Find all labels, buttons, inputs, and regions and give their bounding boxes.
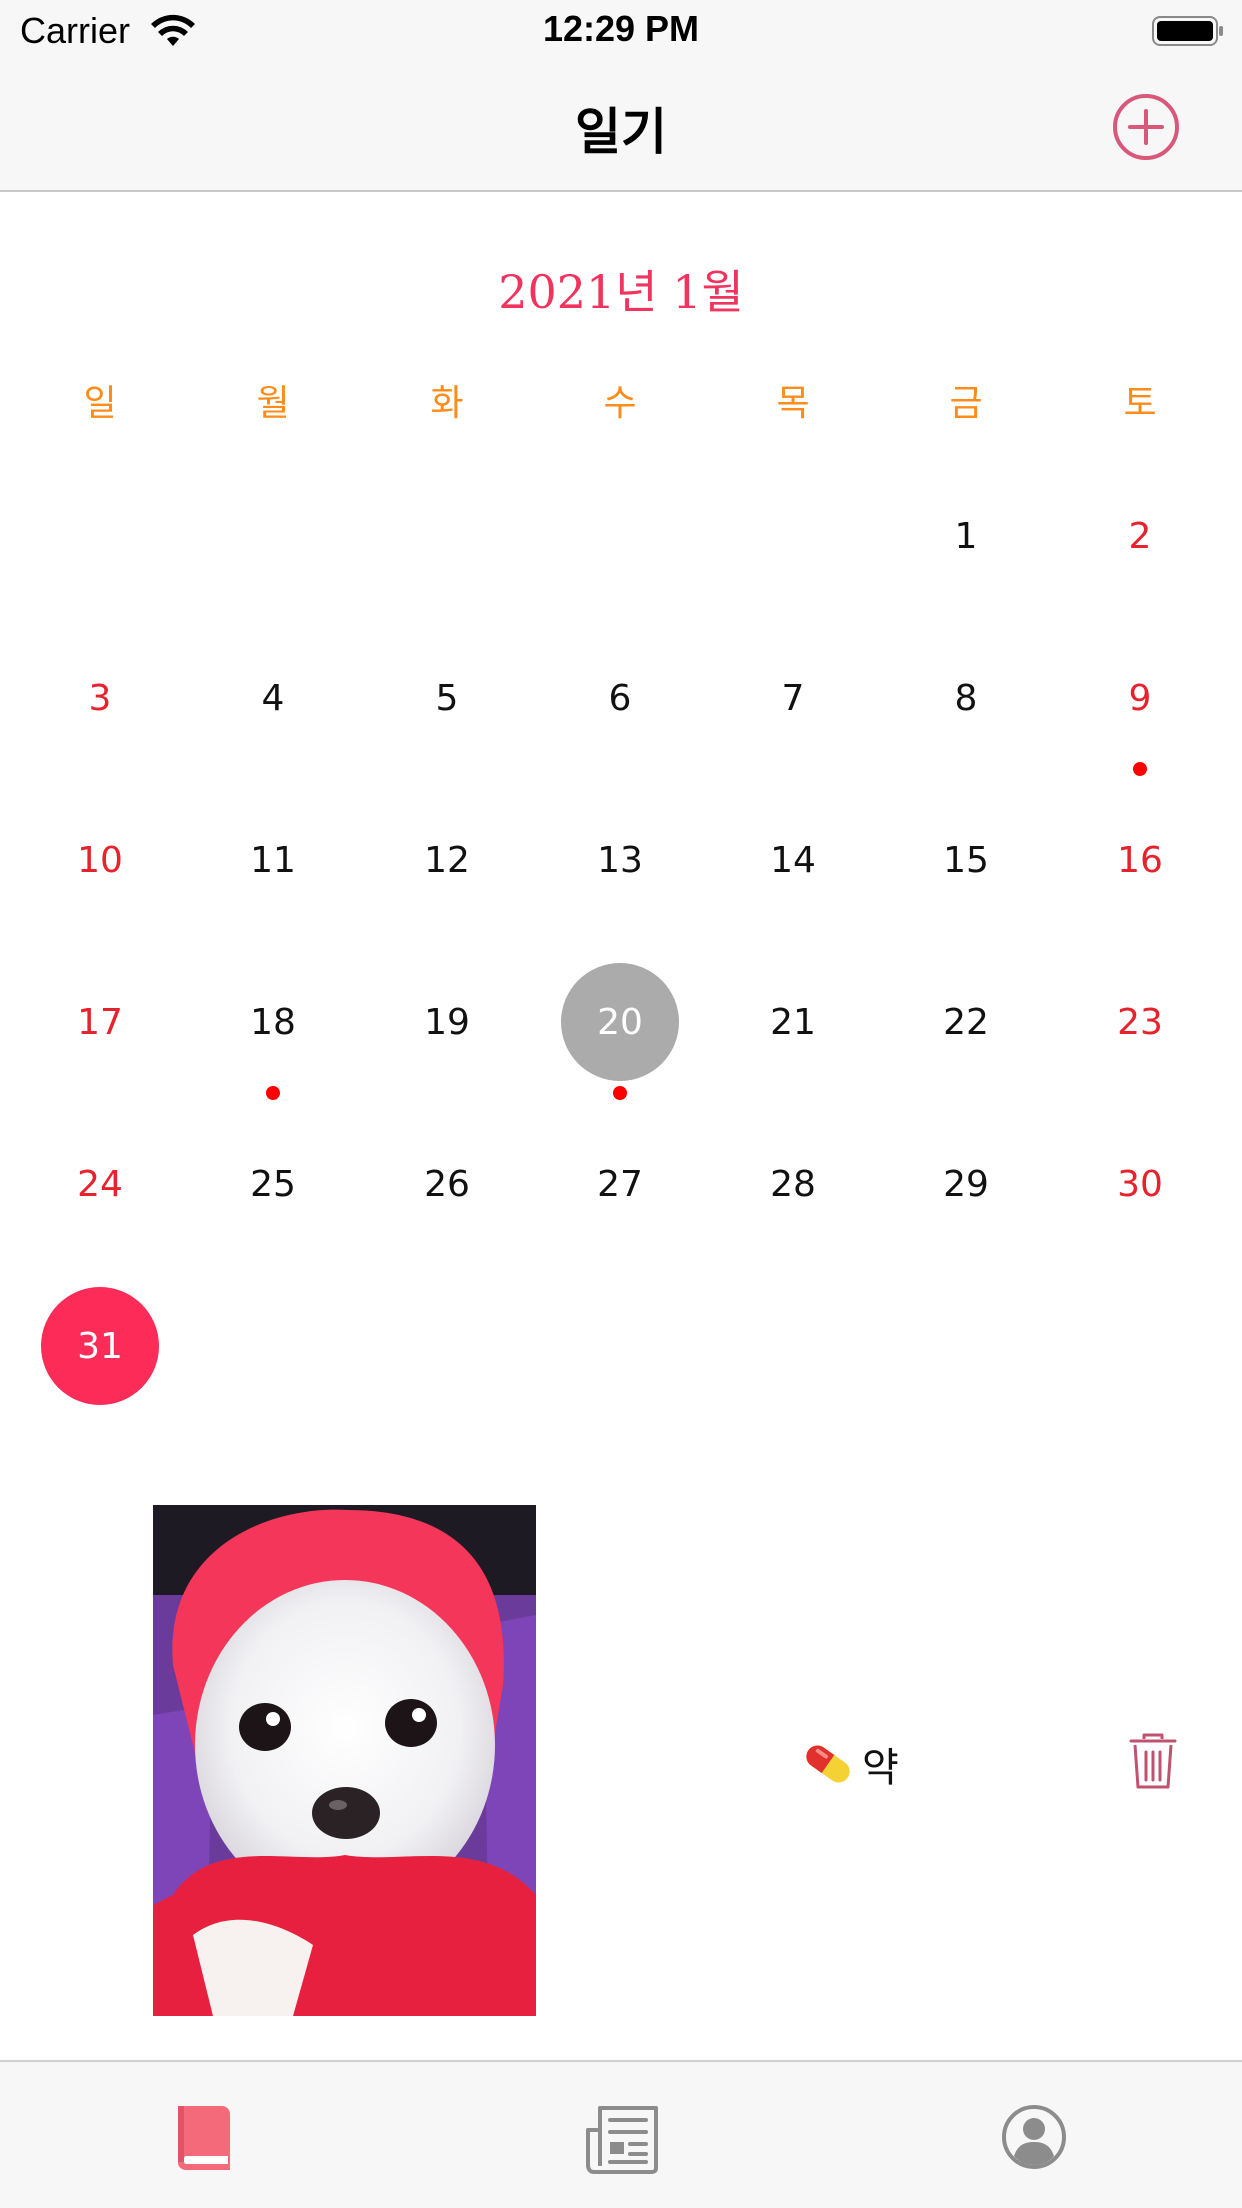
calendar-day[interactable]: 14 <box>733 800 853 920</box>
calendar-day[interactable]: 23 <box>1080 962 1200 1082</box>
calendar-day[interactable]: 18 <box>213 962 333 1082</box>
calendar-day[interactable]: 30 <box>1080 1124 1200 1244</box>
calendar-day-number: 18 <box>250 1001 296 1043</box>
tab-profile[interactable] <box>934 2062 1134 2208</box>
news-icon <box>586 2106 658 2174</box>
status-bar: Carrier 12:29 PM <box>0 0 1242 62</box>
calendar-day-number: 22 <box>943 1001 989 1043</box>
calendar-day-number: 20 <box>597 1001 643 1043</box>
calendar-day[interactable]: 22 <box>906 962 1026 1082</box>
calendar-day[interactable]: 9 <box>1080 638 1200 758</box>
calendar-day-number: 23 <box>1117 1001 1163 1043</box>
event-dot <box>266 1086 280 1100</box>
navigation-bar: 일기 <box>0 62 1242 192</box>
calendar-day-number: 21 <box>770 1001 816 1043</box>
calendar-day[interactable]: 3 <box>40 638 160 758</box>
weekday-label: 화 <box>430 383 464 424</box>
calendar-day-number: 10 <box>77 839 123 881</box>
calendar-day[interactable]: 15 <box>906 800 1026 920</box>
calendar-day[interactable]: 4 <box>213 638 333 758</box>
calendar-day[interactable]: 27 <box>560 1124 680 1244</box>
profile-icon <box>1002 2105 1066 2169</box>
calendar-day[interactable]: 24 <box>40 1124 160 1244</box>
pill-icon <box>806 1745 850 1783</box>
tab-diary[interactable] <box>106 2062 306 2208</box>
calendar-day[interactable]: 1 <box>906 476 1026 596</box>
clock: 12:29 PM <box>542 8 700 49</box>
calendar-day[interactable]: 21 <box>733 962 853 1082</box>
page-title: 일기 <box>575 103 667 161</box>
calendar-day[interactable]: 16 <box>1080 800 1200 920</box>
calendar-day[interactable]: 29 <box>906 1124 1026 1244</box>
calendar-day[interactable]: 17 <box>40 962 160 1082</box>
calendar-day[interactable]: 25 <box>213 1124 333 1244</box>
calendar-day-number: 19 <box>424 1001 470 1043</box>
calendar-day[interactable]: 7 <box>733 638 853 758</box>
calendar-day-number: 13 <box>597 839 643 881</box>
entry-label-text: 약 <box>862 1745 899 1791</box>
calendar-day-number: 24 <box>77 1163 123 1205</box>
calendar-day-number: 29 <box>943 1163 989 1205</box>
calendar-day[interactable]: 6 <box>560 638 680 758</box>
calendar-day-number: 15 <box>943 839 989 881</box>
calendar-day-number: 7 <box>781 677 805 719</box>
calendar-day-number: 25 <box>250 1163 296 1205</box>
calendar-day-number: 11 <box>250 839 296 881</box>
calendar-day[interactable]: 8 <box>906 638 1026 758</box>
calendar-day-number: 4 <box>261 677 285 719</box>
event-dot <box>613 1086 627 1100</box>
calendar-day-number: 27 <box>597 1163 643 1205</box>
battery-icon <box>1152 16 1223 46</box>
calendar-day[interactable]: 12 <box>387 800 507 920</box>
calendar-day[interactable]: 11 <box>213 800 333 920</box>
calendar-day[interactable]: 5 <box>387 638 507 758</box>
calendar-day-number: 9 <box>1128 677 1152 719</box>
weekday-header-row: 일월화수목금토 <box>0 374 1242 434</box>
calendar-day-number: 30 <box>1117 1163 1163 1205</box>
calendar-day-number: 16 <box>1117 839 1163 881</box>
calendar-day-number: 2 <box>1128 515 1152 557</box>
calendar-day-number: 1 <box>954 515 978 557</box>
dog-photo[interactable] <box>153 1505 536 2016</box>
calendar-day[interactable]: 13 <box>560 800 680 920</box>
add-entry-button[interactable] <box>1110 91 1182 163</box>
calendar-day-number: 3 <box>88 677 112 719</box>
calendar-day-number: 5 <box>435 677 459 719</box>
month-title: 2021년 1월 <box>498 265 744 319</box>
calendar-day-number: 14 <box>770 839 816 881</box>
book-icon <box>178 2106 230 2170</box>
weekday-label: 토 <box>1123 383 1157 424</box>
calendar-day-number: 12 <box>424 839 470 881</box>
tab-bar <box>0 2060 1242 2208</box>
event-dot <box>1133 762 1147 776</box>
calendar-day[interactable]: 20 <box>560 962 680 1082</box>
calendar-day-number: 8 <box>954 677 978 719</box>
calendar-day[interactable]: 28 <box>733 1124 853 1244</box>
calendar-day-number: 31 <box>77 1325 123 1367</box>
weekday-label: 금 <box>949 383 983 424</box>
weekday-label: 목 <box>776 383 810 424</box>
tab-feed[interactable] <box>521 2062 721 2208</box>
trash-icon[interactable] <box>1128 1732 1178 1792</box>
entry-label: 약 <box>800 1736 899 1792</box>
calendar-day-number: 17 <box>77 1001 123 1043</box>
weekday-label: 수 <box>603 383 637 424</box>
calendar-day[interactable]: 2 <box>1080 476 1200 596</box>
calendar-day[interactable]: 19 <box>387 962 507 1082</box>
weekday-label: 일 <box>83 383 117 424</box>
dog-photo-image <box>153 1505 536 2016</box>
calendar-day-number: 26 <box>424 1163 470 1205</box>
calendar-day[interactable]: 31 <box>40 1286 160 1406</box>
calendar-day-number: 6 <box>608 677 632 719</box>
calendar-day[interactable]: 26 <box>387 1124 507 1244</box>
weekday-label: 월 <box>256 383 290 424</box>
calendar-day-number: 28 <box>770 1163 816 1205</box>
calendar-day[interactable]: 10 <box>40 800 160 920</box>
